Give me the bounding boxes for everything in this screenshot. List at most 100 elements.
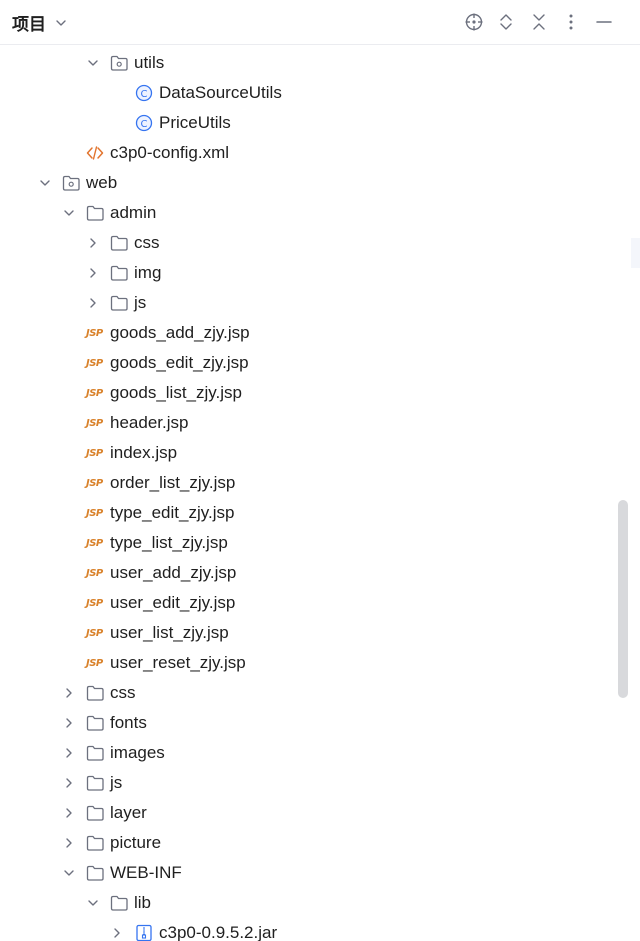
folder-icon bbox=[86, 864, 104, 882]
chevron-right-icon[interactable] bbox=[62, 776, 76, 790]
header-title: 项目 bbox=[12, 15, 46, 34]
locate-icon[interactable] bbox=[463, 11, 485, 33]
chevron-right-icon[interactable] bbox=[62, 716, 76, 730]
chevron-right-icon[interactable] bbox=[86, 236, 100, 250]
jsp-file-icon: JSP bbox=[86, 567, 103, 579]
tree-item-label: css bbox=[134, 233, 160, 252]
tree-row[interactable]: css bbox=[0, 228, 640, 258]
folder-icon bbox=[110, 234, 128, 252]
chevron-down-icon bbox=[56, 19, 66, 26]
chevron-down-icon[interactable] bbox=[86, 896, 100, 910]
xml-file-icon bbox=[86, 144, 104, 162]
tree-item-label: PriceUtils bbox=[159, 113, 231, 132]
folder-icon bbox=[86, 774, 104, 792]
folder-icon bbox=[86, 204, 104, 222]
chevron-right-icon[interactable] bbox=[110, 926, 124, 940]
chevron-down-icon[interactable] bbox=[86, 56, 100, 70]
tree-item-label: lib bbox=[134, 893, 152, 912]
collapse-all-icon[interactable] bbox=[528, 11, 550, 33]
module-folder-icon bbox=[62, 174, 80, 192]
tree-row[interactable]: c3p0-0.9.5.2.jar bbox=[0, 918, 640, 941]
jsp-file-icon: JSP bbox=[86, 357, 103, 369]
project-tree: utils C DataSourceUtils C PriceUtils c3p0-con… bbox=[0, 48, 640, 941]
chevron-right-icon[interactable] bbox=[62, 746, 76, 760]
jsp-file-icon: JSP bbox=[86, 387, 103, 399]
expand-all-icon[interactable] bbox=[495, 11, 517, 33]
tree-item-label: type_list_zjy.jsp bbox=[110, 533, 228, 552]
tree-row[interactable]: img bbox=[0, 258, 640, 288]
tree-item-label: DataSourceUtils bbox=[159, 83, 282, 102]
tree-item-label: header.jsp bbox=[110, 413, 189, 432]
tree-item-label: user_list_zjy.jsp bbox=[110, 623, 229, 642]
tree-row[interactable]: lib bbox=[0, 888, 640, 918]
folder-icon bbox=[86, 804, 104, 822]
tree-row[interactable]: admin bbox=[0, 198, 640, 228]
tree-row[interactable]: JSP goods_list_zjy.jsp bbox=[0, 378, 640, 408]
tree-item-label: goods_list_zjy.jsp bbox=[110, 383, 242, 402]
project-view-selector[interactable]: 项目 bbox=[12, 10, 68, 35]
tree-item-label: order_list_zjy.jsp bbox=[110, 473, 236, 492]
package-folder-icon bbox=[110, 54, 128, 72]
tree-row[interactable]: js bbox=[0, 768, 640, 798]
options-icon[interactable] bbox=[560, 11, 582, 33]
jar-archive-icon bbox=[135, 924, 153, 941]
chevron-right-icon[interactable] bbox=[86, 296, 100, 310]
folder-icon bbox=[86, 684, 104, 702]
tree-item-label: WEB-INF bbox=[110, 863, 182, 882]
tree-row[interactable]: JSP user_reset_zjy.jsp bbox=[0, 648, 640, 678]
chevron-right-icon[interactable] bbox=[62, 836, 76, 850]
chevron-down-icon[interactable] bbox=[62, 206, 76, 220]
tree-item-label: js bbox=[110, 773, 123, 792]
jsp-file-icon: JSP bbox=[86, 537, 103, 549]
chevron-right-icon[interactable] bbox=[62, 686, 76, 700]
tree-item-label: goods_edit_zjy.jsp bbox=[110, 353, 249, 372]
tree-row[interactable]: js bbox=[0, 288, 640, 318]
tree-row[interactable]: picture bbox=[0, 828, 640, 858]
jsp-file-icon: JSP bbox=[86, 417, 103, 429]
jsp-file-icon: JSP bbox=[86, 507, 103, 519]
tree-row[interactable]: C DataSourceUtils bbox=[0, 78, 640, 108]
tree-item-label: layer bbox=[110, 803, 147, 822]
tree-item-label: c3p0-config.xml bbox=[110, 143, 230, 162]
tree-row[interactable]: JSP goods_edit_zjy.jsp bbox=[0, 348, 640, 378]
vertical-scrollbar[interactable] bbox=[618, 500, 628, 698]
folder-icon bbox=[86, 714, 104, 732]
chevron-down-icon[interactable] bbox=[38, 176, 52, 190]
tree-row[interactable]: WEB-INF bbox=[0, 858, 640, 888]
tree-row[interactable]: JSP index.jsp bbox=[0, 438, 640, 468]
tree-item-label: user_reset_zjy.jsp bbox=[110, 653, 246, 672]
tree-row[interactable]: JSP type_edit_zjy.jsp bbox=[0, 498, 640, 528]
tree-row[interactable]: css bbox=[0, 678, 640, 708]
tree-row[interactable]: JSP type_list_zjy.jsp bbox=[0, 528, 640, 558]
jsp-file-icon: JSP bbox=[86, 627, 103, 639]
hide-icon[interactable] bbox=[593, 11, 615, 33]
tree-row[interactable]: JSP user_add_zjy.jsp bbox=[0, 558, 640, 588]
tree-row[interactable]: fonts bbox=[0, 708, 640, 738]
class-icon: C bbox=[135, 84, 153, 102]
tree-item-label: user_edit_zjy.jsp bbox=[110, 593, 236, 612]
tree-item-label: js bbox=[134, 293, 147, 312]
tree-row[interactable]: layer bbox=[0, 798, 640, 828]
tree-row[interactable]: images bbox=[0, 738, 640, 768]
tree-row[interactable]: JSP user_list_zjy.jsp bbox=[0, 618, 640, 648]
jsp-file-icon: JSP bbox=[86, 597, 103, 609]
chevron-down-icon[interactable] bbox=[62, 866, 76, 880]
tree-row[interactable]: utils bbox=[0, 48, 640, 78]
class-icon: C bbox=[135, 114, 153, 132]
tree-item-label: web bbox=[86, 173, 118, 192]
tree-row[interactable]: JSP order_list_zjy.jsp bbox=[0, 468, 640, 498]
tree-row[interactable]: C PriceUtils bbox=[0, 108, 640, 138]
svg-text:C: C bbox=[141, 89, 148, 100]
jsp-file-icon: JSP bbox=[86, 327, 103, 339]
tree-item-label: fonts bbox=[110, 713, 147, 732]
tree-row[interactable]: web bbox=[0, 168, 640, 198]
jsp-file-icon: JSP bbox=[86, 477, 103, 489]
tree-row[interactable]: JSP goods_add_zjy.jsp bbox=[0, 318, 640, 348]
project-tool-window: 项目 utils C DataSourceUtils C PriceUtils … bbox=[0, 0, 640, 941]
chevron-right-icon[interactable] bbox=[86, 266, 100, 280]
tree-row[interactable]: c3p0-config.xml bbox=[0, 138, 640, 168]
tree-row[interactable]: JSP user_edit_zjy.jsp bbox=[0, 588, 640, 618]
tree-item-label: goods_add_zjy.jsp bbox=[110, 323, 250, 342]
chevron-right-icon[interactable] bbox=[62, 806, 76, 820]
tree-row[interactable]: JSP header.jsp bbox=[0, 408, 640, 438]
